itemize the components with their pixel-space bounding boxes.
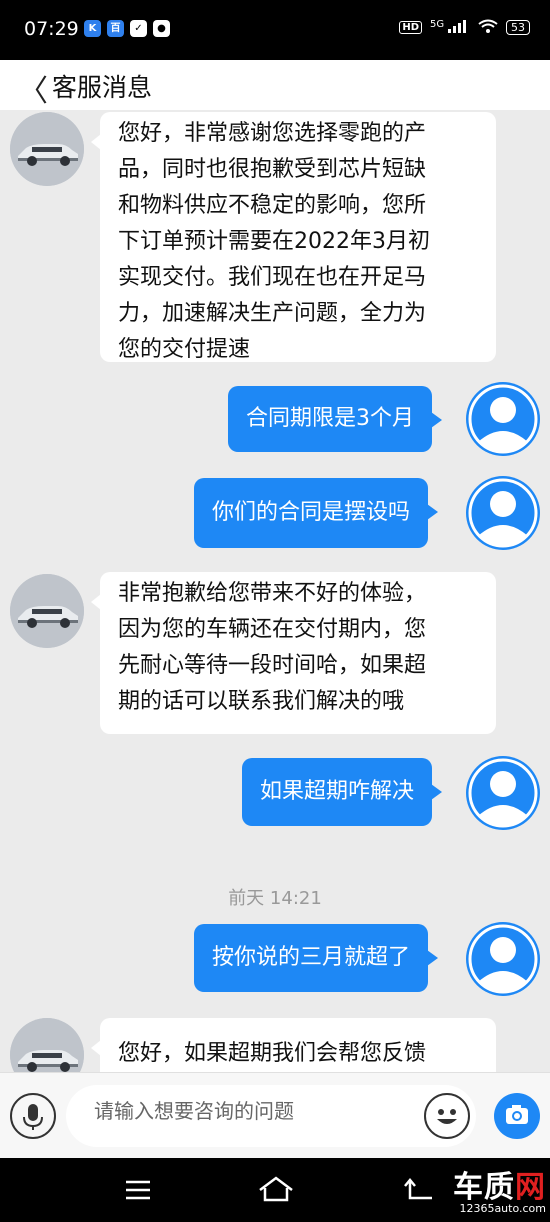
status-bar: 07:29 K 百 ✓ ● HD 5G 53	[0, 0, 550, 60]
message-text-line: 因为您的车辆还在交付期内，您	[118, 617, 427, 642]
message-bubble-incoming[interactable]: 您好，如果超期我们会帮您反馈	[91, 1018, 496, 1072]
message-bubble-outgoing[interactable]: 如果超期咋解决	[242, 758, 443, 826]
watermark-logo: 车质网 12365auto.com	[453, 1162, 546, 1215]
message-bubble-incoming[interactable]: 非常抱歉给您带来不好的体验， 因为您的车辆还在交付期内，您 先耐心等待一段时间哈…	[91, 572, 496, 734]
message-text-line: 您好，如果超期我们会帮您反馈	[118, 1041, 427, 1066]
service-avatar[interactable]	[10, 112, 84, 186]
message-text: 如果超期咋解决	[260, 779, 415, 804]
car-icon	[10, 1018, 84, 1072]
user-avatar[interactable]	[466, 382, 540, 456]
user-icon	[468, 924, 538, 994]
back-nav-icon[interactable]	[402, 1172, 442, 1208]
message-timestamp: 前天 14:21	[228, 888, 322, 909]
message-bubble-outgoing[interactable]: 按你说的三月就超了	[194, 924, 439, 992]
message-text: 你们的合同是摆设吗	[212, 500, 411, 525]
status-time: 07:29	[24, 18, 79, 40]
user-avatar[interactable]	[466, 756, 540, 830]
message-text-line: 期的话可以联系我们解决的哦	[118, 689, 405, 714]
message-notification-icon: ●	[153, 20, 170, 37]
message-text-line: 下订单预计需要在2022年3月初	[118, 229, 430, 254]
watermark-text-red: 网	[515, 1170, 546, 1205]
user-icon	[468, 384, 538, 454]
message-input[interactable]	[94, 1101, 394, 1124]
home-nav-icon[interactable]	[256, 1172, 296, 1208]
message-text-line: 和物料供应不稳定的影响，您所	[118, 193, 427, 218]
wifi-icon	[478, 19, 498, 36]
battery-icon: 53	[506, 20, 530, 35]
back-icon[interactable]: 〈	[18, 66, 48, 110]
message-text-line: 品，同时也很抱歉受到芯片短缺	[118, 157, 427, 182]
message-bubble-incoming[interactable]: 您好，非常感谢您选择零跑的产 品，同时也很抱歉受到芯片短缺 和物料供应不稳定的影…	[91, 112, 496, 362]
message-text-line: 非常抱歉给您带来不好的体验，	[118, 581, 427, 606]
user-avatar[interactable]	[466, 476, 540, 550]
status-right: HD 5G 53	[399, 19, 530, 36]
service-avatar[interactable]	[10, 1018, 84, 1072]
message-text: 按你说的三月就超了	[212, 945, 411, 970]
app-notification-icon: K	[84, 20, 101, 37]
user-icon	[468, 478, 538, 548]
service-avatar[interactable]	[10, 574, 84, 648]
watermark-text: 车质	[453, 1170, 515, 1205]
chat-history[interactable]: 您好，非常感谢您选择零跑的产 品，同时也很抱歉受到芯片短缺 和物料供应不稳定的影…	[0, 110, 550, 1072]
hd-icon: HD	[399, 21, 423, 34]
message-input-container[interactable]	[66, 1085, 476, 1147]
message-text-line: 先耐心等待一段时间哈，如果超	[118, 653, 427, 678]
system-nav-bar: 车质网 12365auto.com	[0, 1158, 550, 1222]
emoji-icon[interactable]	[424, 1093, 470, 1139]
message-bubble-outgoing[interactable]: 合同期限是3个月	[228, 386, 442, 452]
check-notification-icon: ✓	[130, 20, 147, 37]
car-icon	[10, 574, 84, 648]
camera-icon[interactable]	[494, 1093, 540, 1139]
message-text: 合同期限是3个月	[246, 406, 414, 431]
message-bubble-outgoing[interactable]: 你们的合同是摆设吗	[194, 478, 439, 548]
microphone-icon[interactable]	[10, 1093, 56, 1139]
message-text-line: 实现交付。我们现在也在开足马	[118, 265, 427, 290]
user-avatar[interactable]	[466, 922, 540, 996]
menu-nav-icon[interactable]	[120, 1172, 160, 1208]
input-bar	[0, 1072, 550, 1158]
message-text-line: 您好，非常感谢您选择零跑的产	[118, 121, 427, 146]
car-icon	[10, 112, 84, 186]
status-app-icons: K 百 ✓ ●	[84, 20, 170, 37]
page-title: 客服消息	[52, 73, 153, 102]
signal-icon: 5G	[430, 19, 470, 36]
message-text-line: 您的交付提速	[118, 337, 251, 362]
baidu-notification-icon: 百	[107, 20, 124, 37]
chat-header: 〈 客服消息	[0, 60, 550, 110]
user-icon	[468, 758, 538, 828]
watermark-url: 12365auto.com	[459, 1202, 546, 1215]
message-text-line: 力，加速解决生产问题，全力为	[118, 301, 427, 326]
